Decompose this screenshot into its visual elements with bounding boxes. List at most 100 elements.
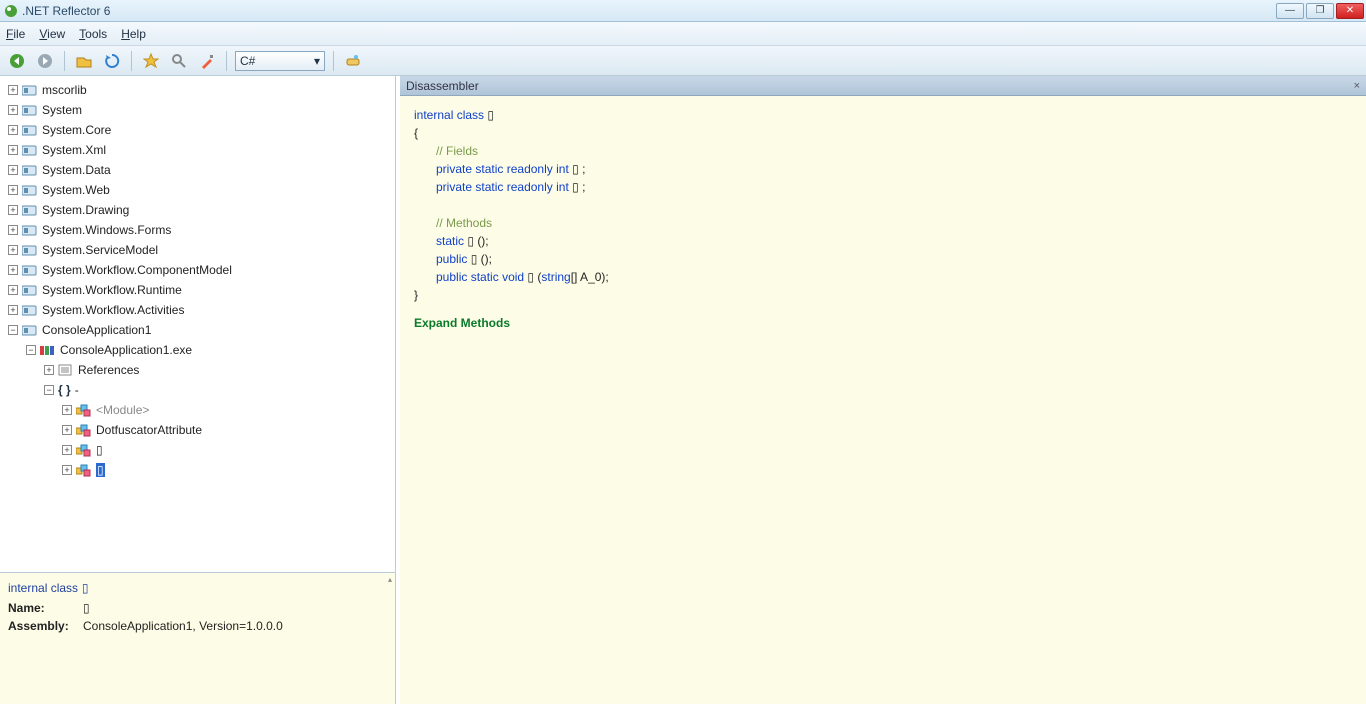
expander-icon[interactable]: + xyxy=(8,125,18,135)
asm-icon xyxy=(22,163,38,177)
scroll-up-icon[interactable]: ▴ xyxy=(385,573,395,585)
tree-node-label: System.Workflow.ComponentModel xyxy=(42,263,232,277)
tree-node-label: System.Drawing xyxy=(42,203,129,217)
expander-icon[interactable]: + xyxy=(8,265,18,275)
asm-icon xyxy=(22,103,38,117)
expander-icon[interactable]: + xyxy=(62,425,72,435)
toolbar-separator xyxy=(64,51,65,71)
tree-node[interactable]: +System.Workflow.Runtime xyxy=(2,280,393,300)
tree-node[interactable]: +System.Windows.Forms xyxy=(2,220,393,240)
titlebar: .NET Reflector 6 — ❐ ✕ xyxy=(0,0,1366,22)
tree-node-label: System.Data xyxy=(42,163,111,177)
namespace-icon: { } xyxy=(58,383,71,397)
menubar: File View Tools Help xyxy=(0,22,1366,46)
toolbar: C# ▾ xyxy=(0,46,1366,76)
forward-button[interactable] xyxy=(34,50,56,72)
tree-node[interactable]: + System.Workflow.Activities xyxy=(2,300,393,320)
expander-icon[interactable]: + xyxy=(8,305,18,315)
tree-node-label: References xyxy=(78,363,139,377)
asm-icon xyxy=(22,263,38,277)
expander-icon[interactable]: + xyxy=(8,245,18,255)
window-buttons: — ❐ ✕ xyxy=(1276,3,1366,19)
options-button[interactable] xyxy=(196,50,218,72)
code-view: internal class ▯ { // Fields private sta… xyxy=(400,96,1366,342)
menu-view[interactable]: View xyxy=(39,27,65,41)
tree-node[interactable]: + mscorlib xyxy=(2,80,393,100)
expander-icon[interactable]: − xyxy=(44,385,54,395)
tree-node[interactable]: +System.ServiceModel xyxy=(2,240,393,260)
expander-icon[interactable]: + xyxy=(8,225,18,235)
search-button[interactable] xyxy=(168,50,190,72)
tree-node-label: mscorlib xyxy=(42,83,87,97)
tree-node[interactable]: + System.Web xyxy=(2,180,393,200)
tree-node-label: System.Workflow.Activities xyxy=(42,303,184,317)
chevron-down-icon: ▾ xyxy=(314,54,320,68)
expander-icon[interactable]: + xyxy=(62,445,72,455)
expander-icon[interactable]: − xyxy=(8,325,18,335)
tree-node[interactable]: − ConsoleApplication1.exe xyxy=(2,340,393,360)
tree-node-label: - xyxy=(75,383,79,397)
tree-node[interactable]: − ConsoleApplication1 xyxy=(2,320,393,340)
expander-icon[interactable]: + xyxy=(62,405,72,415)
tree-node-label: ConsoleApplication1 xyxy=(42,323,151,337)
mod-icon xyxy=(40,343,56,357)
tree-node-label: System xyxy=(42,103,82,117)
decompile-button[interactable] xyxy=(342,50,364,72)
asm-icon xyxy=(22,223,38,237)
asm-icon xyxy=(22,243,38,257)
close-button[interactable]: ✕ xyxy=(1336,3,1364,19)
tree-node-label: ▯ xyxy=(96,463,105,477)
pane-close-button[interactable]: × xyxy=(1354,80,1360,92)
tree-node[interactable]: +System.Xml xyxy=(2,140,393,160)
expander-icon[interactable]: + xyxy=(8,85,18,95)
class-obf-icon xyxy=(76,463,92,477)
tree-node[interactable]: −{ }- xyxy=(2,380,393,400)
expander-icon[interactable]: + xyxy=(62,465,72,475)
asm-icon xyxy=(22,183,38,197)
menu-file[interactable]: File xyxy=(6,27,25,41)
tree-node[interactable]: +▯ xyxy=(2,460,393,480)
details-name-value: ▯ xyxy=(83,601,90,615)
details-name-label: Name: xyxy=(8,601,73,615)
expander-icon[interactable]: + xyxy=(8,145,18,155)
disassembler-header: Disassembler × xyxy=(400,76,1366,96)
tree-node[interactable]: + References xyxy=(2,360,393,380)
minimize-button[interactable]: — xyxy=(1276,3,1304,19)
menu-tools[interactable]: Tools xyxy=(79,27,107,41)
asm-icon xyxy=(22,123,38,137)
expander-icon[interactable]: + xyxy=(8,185,18,195)
tree-node-label: ConsoleApplication1.exe xyxy=(60,343,192,357)
tree-node[interactable]: + System.Data xyxy=(2,160,393,180)
open-button[interactable] xyxy=(73,50,95,72)
tree-node[interactable]: + DotfuscatorAttribute xyxy=(2,420,393,440)
tree-node[interactable]: + System.Drawing xyxy=(2,200,393,220)
tree-node[interactable]: +▯ xyxy=(2,440,393,460)
refresh-button[interactable] xyxy=(101,50,123,72)
tree-node-label: DotfuscatorAttribute xyxy=(96,423,202,437)
back-button[interactable] xyxy=(6,50,28,72)
assembly-tree[interactable]: +mscorlib+System+System.Core+System.Xml+… xyxy=(0,76,395,572)
tree-node[interactable]: + System.Workflow.ComponentModel xyxy=(2,260,393,280)
toolbar-separator xyxy=(131,51,132,71)
tree-node[interactable]: +System.Core xyxy=(2,120,393,140)
expander-icon[interactable]: + xyxy=(44,365,54,375)
asm-icon xyxy=(22,83,38,97)
tree-node[interactable]: + <Module> xyxy=(2,400,393,420)
bookmark-button[interactable] xyxy=(140,50,162,72)
language-value: C# xyxy=(240,54,255,68)
menu-help[interactable]: Help xyxy=(121,27,146,41)
expander-icon[interactable]: + xyxy=(8,285,18,295)
expander-icon[interactable]: − xyxy=(26,345,36,355)
app-icon xyxy=(4,4,18,18)
tree-node-label: System.Web xyxy=(42,183,110,197)
expand-methods-link[interactable]: Expand Methods xyxy=(414,314,1352,332)
details-heading: internal class ▯ xyxy=(8,579,387,595)
language-select[interactable]: C# ▾ xyxy=(235,51,325,71)
app-title: .NET Reflector 6 xyxy=(22,4,110,18)
tree-node[interactable]: + System xyxy=(2,100,393,120)
expander-icon[interactable]: + xyxy=(8,205,18,215)
expander-icon[interactable]: + xyxy=(8,165,18,175)
maximize-button[interactable]: ❐ xyxy=(1306,3,1334,19)
tree-node-label: <Module> xyxy=(96,403,149,417)
expander-icon[interactable]: + xyxy=(8,105,18,115)
